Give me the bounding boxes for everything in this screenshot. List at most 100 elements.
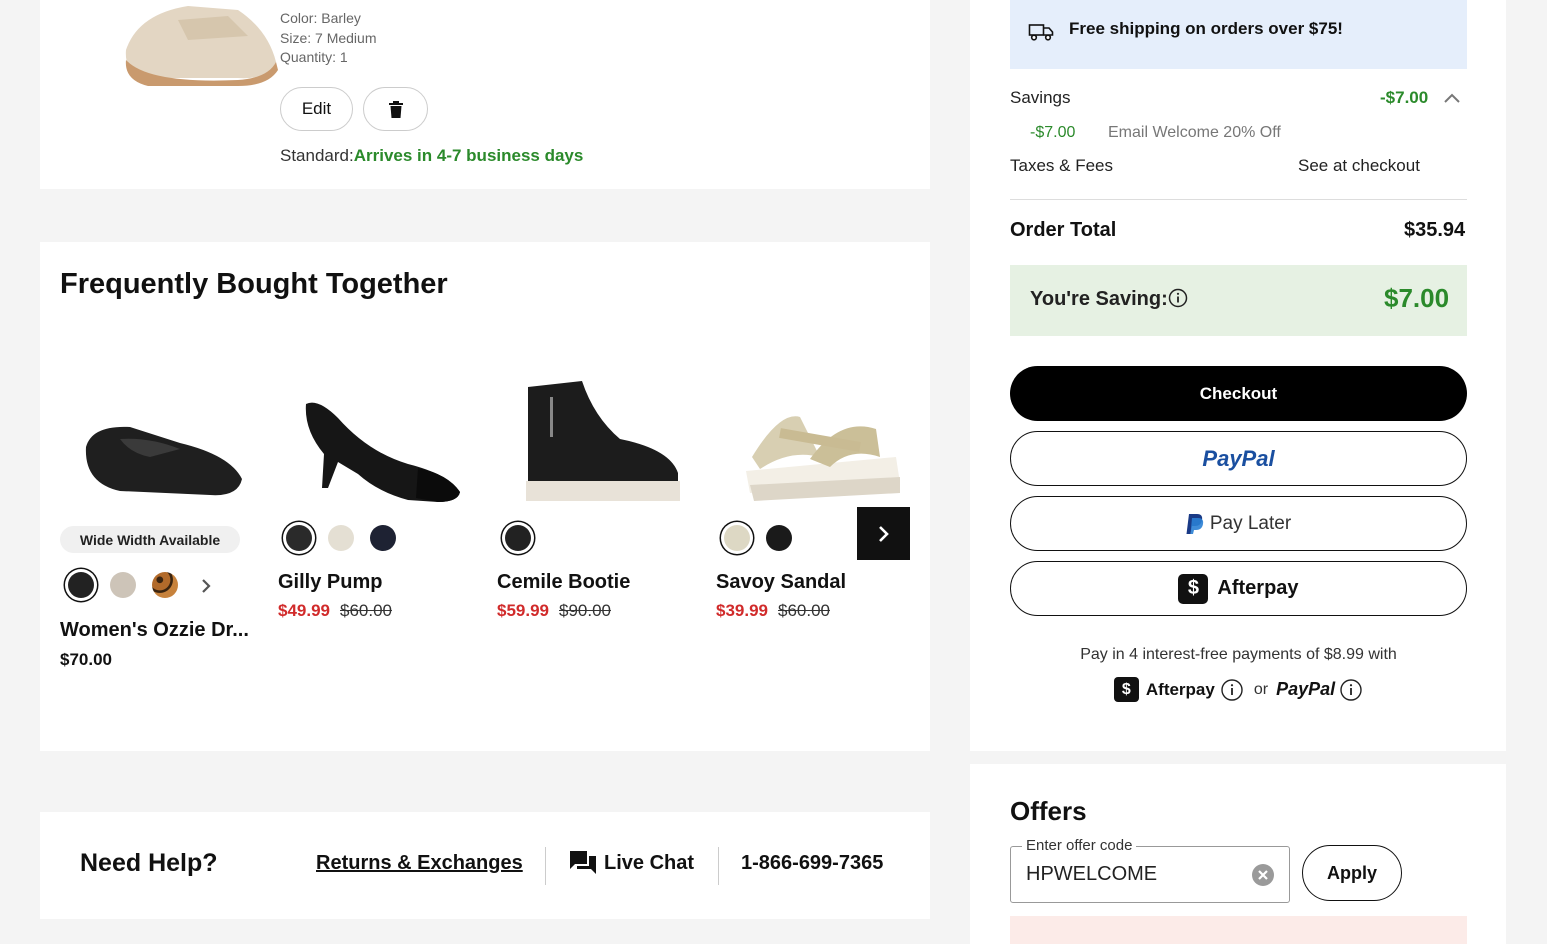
checkout-button[interactable]: Checkout	[1010, 366, 1467, 421]
shipping-eta: Arrives in 4-7 business days	[353, 146, 584, 165]
saving-label: You're Saving:	[1030, 288, 1168, 310]
product-price-gilly: $49.99 $60.00	[278, 601, 392, 621]
shipping-estimate: Standard:Arrives in 4-7 business days	[280, 146, 583, 166]
product-name-ozzie[interactable]: Women's Ozzie Dr...	[60, 619, 249, 642]
sale-price: $49.99	[278, 601, 330, 620]
info-icon[interactable]	[1168, 288, 1188, 308]
savings-value: -$7.00	[1380, 88, 1429, 107]
product-image-savoy[interactable]	[740, 397, 905, 505]
wide-width-badge: Wide Width Available	[60, 526, 240, 553]
original-price: $60.00	[778, 601, 830, 620]
cart-item-quantity: Quantity: 1	[280, 49, 348, 65]
product-name-gilly[interactable]: Gilly Pump	[278, 571, 382, 594]
offer-code-value: HPWELCOME	[1026, 863, 1158, 885]
swatch-leopard[interactable]	[152, 572, 178, 598]
sale-price: $59.99	[497, 601, 549, 620]
offer-error-banner	[1010, 916, 1467, 944]
offers-section: Offers Enter offer code HPWELCOME Apply	[970, 764, 1506, 944]
offers-title: Offers	[1010, 796, 1087, 826]
cart-item-image[interactable]	[118, 0, 283, 90]
shipping-prefix: Standard:	[280, 146, 354, 165]
apply-offer-button[interactable]: Apply	[1302, 845, 1402, 901]
swatch-cream[interactable]	[328, 525, 354, 551]
sale-price: $39.99	[716, 601, 768, 620]
live-chat-label: Live Chat	[604, 851, 695, 874]
afterpay-label: Afterpay	[1217, 577, 1299, 599]
swatch-navy[interactable]	[370, 525, 396, 551]
product-image-ozzie[interactable]	[80, 407, 250, 507]
live-chat-button[interactable]: Live Chat	[569, 850, 694, 876]
order-total-value: $35.94	[1404, 219, 1466, 241]
product-name-cemile[interactable]: Cemile Bootie	[497, 571, 630, 594]
cart-item-size: Size: 7 Medium	[280, 30, 377, 46]
free-shipping-banner: Free shipping on orders over $75!	[1010, 0, 1467, 69]
installment-providers: $ Afterpay or PayPal	[1010, 677, 1467, 702]
support-phone[interactable]: 1-866-699-7365	[741, 852, 883, 875]
chevron-right-icon	[878, 525, 889, 542]
checkout-label: Checkout	[1199, 383, 1278, 403]
divider	[1010, 199, 1467, 200]
pay-later-button[interactable]: Pay Later	[1010, 496, 1467, 551]
fbt-title: Frequently Bought Together	[60, 268, 448, 300]
edit-button-label: Edit	[301, 99, 332, 118]
divider	[545, 847, 546, 885]
product-name-savoy[interactable]: Savoy Sandal	[716, 571, 846, 594]
product-image-cemile[interactable]	[520, 377, 685, 507]
cart-item-card: Color: Barley Size: 7 Medium Quantity: 1…	[40, 0, 930, 189]
product-price-savoy: $39.99 $60.00	[716, 601, 830, 621]
installments-text: Pay in 4 interest-free payments of $8.99…	[1080, 646, 1397, 663]
offer-code-field-label: Enter offer code	[1022, 837, 1137, 854]
free-shipping-text: Free shipping on orders over $75!	[1069, 19, 1343, 38]
swatch-black[interactable]	[68, 572, 94, 598]
or-text: or	[1253, 680, 1269, 698]
saving-banner: You're Saving: $7.00	[1010, 265, 1467, 336]
divider	[718, 847, 719, 885]
saving-value: $7.00	[1384, 283, 1450, 313]
swatch-black[interactable]	[286, 525, 312, 551]
cart-item-color: Color: Barley	[280, 10, 361, 26]
chat-icon	[570, 851, 596, 874]
paypal-small-label: PayPal	[1276, 679, 1336, 699]
savings-label: Savings	[1010, 88, 1071, 107]
original-price: $90.00	[559, 601, 611, 620]
product-image-gilly[interactable]	[298, 392, 468, 507]
trash-icon	[388, 100, 403, 118]
info-icon[interactable]	[1339, 678, 1363, 702]
afterpay-button[interactable]: $ Afterpay	[1010, 561, 1467, 616]
swatch-taupe[interactable]	[110, 572, 136, 598]
wide-width-label: Wide Width Available	[79, 531, 221, 548]
product-price-cemile: $59.99 $90.00	[497, 601, 611, 621]
info-icon[interactable]	[1220, 678, 1244, 702]
pay-later-label: Pay Later	[1209, 512, 1292, 534]
need-help-title: Need Help?	[80, 849, 218, 877]
returns-exchanges-link[interactable]: Returns & Exchanges	[316, 852, 523, 875]
afterpay-small-label: Afterpay	[1145, 679, 1215, 699]
edit-button[interactable]: Edit	[280, 87, 353, 131]
fbt-section: Frequently Bought Together Wide Width Av…	[40, 242, 930, 751]
swatch-gold[interactable]	[724, 525, 750, 551]
afterpay-icon: $	[1178, 573, 1209, 604]
paypal-logo: PayPal	[1202, 445, 1275, 471]
taxes-value: See at checkout	[1298, 156, 1420, 175]
delete-button[interactable]	[363, 87, 428, 131]
paypal-p-icon	[1186, 513, 1203, 534]
paypal-button[interactable]: PayPal	[1010, 431, 1467, 486]
clear-input-icon[interactable]	[1251, 863, 1275, 887]
product-price-ozzie: $70.00	[60, 650, 112, 669]
order-total-label: Order Total	[1010, 219, 1117, 241]
truck-icon	[1028, 24, 1054, 41]
swatch-black[interactable]	[766, 525, 792, 551]
discount-label: Email Welcome 20% Off	[1108, 124, 1281, 141]
apply-label: Apply	[1326, 862, 1377, 883]
original-price: $60.00	[340, 601, 392, 620]
need-help-section: Need Help? Returns & Exchanges Live Chat…	[40, 812, 930, 919]
swatch-black[interactable]	[505, 525, 531, 551]
discount-value: -$7.00	[1030, 124, 1076, 141]
more-swatches-chevron-icon[interactable]	[200, 578, 212, 594]
taxes-label: Taxes & Fees	[1010, 156, 1113, 175]
afterpay-small-icon: $	[1113, 677, 1139, 702]
offer-code-field[interactable]: Enter offer code HPWELCOME	[1010, 837, 1290, 903]
chevron-up-icon[interactable]	[1443, 92, 1461, 104]
order-summary: Free shipping on orders over $75! Saving…	[970, 0, 1506, 751]
carousel-next-button[interactable]	[857, 507, 910, 560]
